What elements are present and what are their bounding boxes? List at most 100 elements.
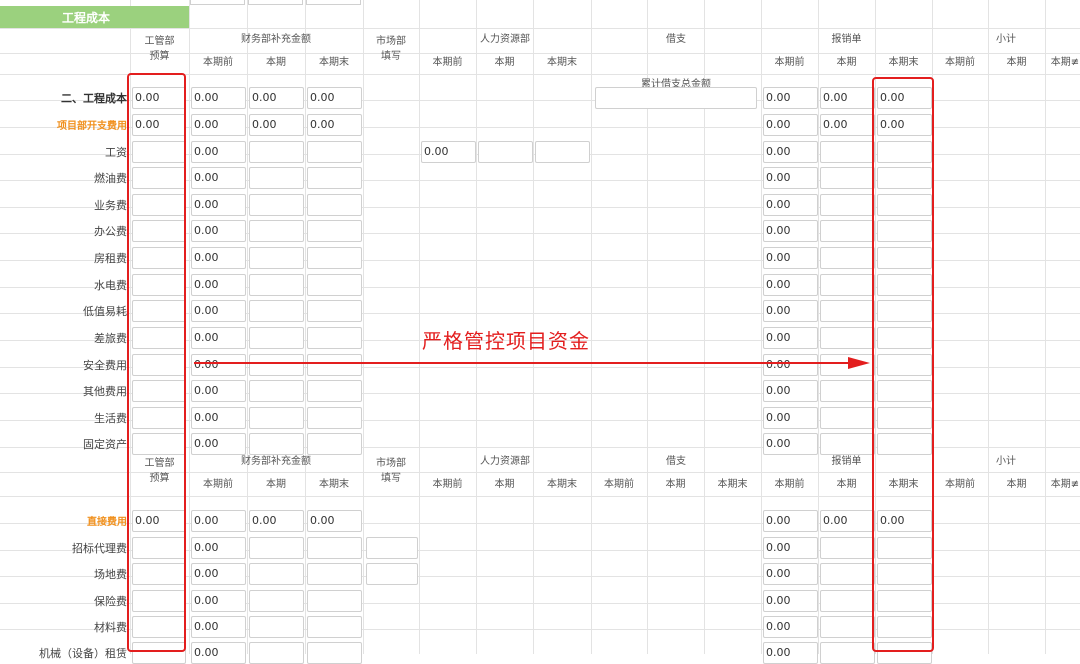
finance-supplement-input[interactable]: 0.00 xyxy=(191,616,246,638)
reimburse-input[interactable]: 0.00 xyxy=(763,274,818,296)
finance-supplement-input[interactable]: 0.00 xyxy=(191,167,246,189)
reimburse-input[interactable]: 0.00 xyxy=(763,87,818,109)
reimburse-input[interactable]: 0.00 xyxy=(763,563,818,585)
finance-supplement-input[interactable] xyxy=(249,590,304,612)
finance-supplement-input[interactable] xyxy=(307,380,362,402)
reimburse-input[interactable] xyxy=(820,433,875,455)
finance-supplement-input[interactable] xyxy=(307,407,362,429)
finance-supplement-input[interactable]: 0.00 xyxy=(191,114,246,136)
reimburse-input[interactable]: 0.00 xyxy=(820,114,875,136)
reimburse-input[interactable] xyxy=(820,537,875,559)
reimburse-input[interactable]: 0.00 xyxy=(763,590,818,612)
reimburse-input[interactable]: 0.00 xyxy=(763,114,818,136)
reimburse-input[interactable] xyxy=(820,642,875,664)
partial-input-top[interactable] xyxy=(248,0,303,5)
reimburse-input[interactable]: 0.00 xyxy=(763,194,818,216)
reimburse-input[interactable]: 0.00 xyxy=(763,380,818,402)
finance-supplement-input[interactable] xyxy=(249,194,304,216)
finance-supplement-input[interactable] xyxy=(307,247,362,269)
finance-supplement-input[interactable] xyxy=(249,327,304,349)
reimburse-input[interactable] xyxy=(820,220,875,242)
reimburse-input[interactable] xyxy=(820,141,875,163)
finance-supplement-input[interactable]: 0.00 xyxy=(249,87,304,109)
reimburse-input[interactable]: 0.00 xyxy=(763,167,818,189)
reimburse-input[interactable]: 0.00 xyxy=(763,510,818,532)
finance-supplement-input[interactable] xyxy=(249,141,304,163)
finance-supplement-input[interactable] xyxy=(307,141,362,163)
reimburse-input[interactable] xyxy=(820,274,875,296)
finance-supplement-input[interactable]: 0.00 xyxy=(191,380,246,402)
finance-supplement-input[interactable]: 0.00 xyxy=(191,510,246,532)
reimburse-input[interactable] xyxy=(820,327,875,349)
finance-supplement-input[interactable]: 0.00 xyxy=(191,300,246,322)
finance-supplement-input[interactable] xyxy=(249,300,304,322)
reimburse-input[interactable]: 0.00 xyxy=(763,642,818,664)
finance-supplement-input[interactable] xyxy=(307,274,362,296)
finance-supplement-input[interactable] xyxy=(307,327,362,349)
finance-supplement-input[interactable] xyxy=(307,537,362,559)
finance-supplement-input[interactable]: 0.00 xyxy=(191,407,246,429)
loan-total-input[interactable] xyxy=(595,87,757,109)
reimburse-input[interactable]: 0.00 xyxy=(763,300,818,322)
reimburse-input[interactable] xyxy=(820,300,875,322)
finance-supplement-input[interactable] xyxy=(249,167,304,189)
reimburse-input[interactable]: 0.00 xyxy=(763,616,818,638)
reimburse-input[interactable] xyxy=(820,167,875,189)
finance-supplement-input[interactable]: 0.00 xyxy=(191,194,246,216)
finance-supplement-input[interactable]: 0.00 xyxy=(191,590,246,612)
finance-supplement-input[interactable]: 0.00 xyxy=(191,247,246,269)
finance-supplement-input[interactable]: 0.00 xyxy=(191,433,246,455)
finance-supplement-input[interactable]: 0.00 xyxy=(191,220,246,242)
market-input[interactable] xyxy=(366,537,418,559)
reimburse-input[interactable]: 0.00 xyxy=(820,87,875,109)
partial-input-top[interactable] xyxy=(306,0,361,5)
finance-supplement-input[interactable] xyxy=(249,642,304,664)
finance-supplement-input[interactable] xyxy=(307,563,362,585)
finance-supplement-input[interactable] xyxy=(307,433,362,455)
reimburse-input[interactable] xyxy=(820,590,875,612)
market-input[interactable] xyxy=(366,563,418,585)
finance-supplement-input[interactable]: 0.00 xyxy=(249,510,304,532)
finance-supplement-input[interactable]: 0.00 xyxy=(191,274,246,296)
finance-supplement-input[interactable] xyxy=(307,616,362,638)
reimburse-input[interactable]: 0.00 xyxy=(763,407,818,429)
partial-input-top[interactable] xyxy=(190,0,245,5)
finance-supplement-input[interactable]: 0.00 xyxy=(307,114,362,136)
hr-input[interactable] xyxy=(478,141,533,163)
finance-supplement-input[interactable] xyxy=(307,194,362,216)
reimburse-input[interactable]: 0.00 xyxy=(763,354,818,376)
reimburse-input[interactable]: 0.00 xyxy=(763,433,818,455)
finance-supplement-input[interactable] xyxy=(249,247,304,269)
finance-supplement-input[interactable] xyxy=(307,220,362,242)
reimburse-input[interactable] xyxy=(820,616,875,638)
finance-supplement-input[interactable]: 0.00 xyxy=(191,354,246,376)
reimburse-input[interactable] xyxy=(820,247,875,269)
finance-supplement-input[interactable] xyxy=(249,274,304,296)
finance-supplement-input[interactable]: 0.00 xyxy=(191,141,246,163)
finance-supplement-input[interactable] xyxy=(249,433,304,455)
reimburse-input[interactable]: 0.00 xyxy=(820,510,875,532)
finance-supplement-input[interactable] xyxy=(249,616,304,638)
finance-supplement-input[interactable]: 0.00 xyxy=(191,642,246,664)
reimburse-input[interactable] xyxy=(820,380,875,402)
finance-supplement-input[interactable] xyxy=(249,220,304,242)
finance-supplement-input[interactable]: 0.00 xyxy=(191,87,246,109)
finance-supplement-input[interactable] xyxy=(307,300,362,322)
finance-supplement-input[interactable] xyxy=(249,537,304,559)
finance-supplement-input[interactable]: 0.00 xyxy=(307,510,362,532)
finance-supplement-input[interactable] xyxy=(249,380,304,402)
finance-supplement-input[interactable] xyxy=(249,563,304,585)
finance-supplement-input[interactable] xyxy=(249,354,304,376)
finance-supplement-input[interactable] xyxy=(307,642,362,664)
reimburse-input[interactable] xyxy=(820,407,875,429)
finance-supplement-input[interactable]: 0.00 xyxy=(191,563,246,585)
finance-supplement-input[interactable] xyxy=(307,590,362,612)
reimburse-input[interactable]: 0.00 xyxy=(763,220,818,242)
finance-supplement-input[interactable]: 0.00 xyxy=(191,537,246,559)
reimburse-input[interactable] xyxy=(820,194,875,216)
finance-supplement-input[interactable] xyxy=(307,354,362,376)
finance-supplement-input[interactable] xyxy=(307,167,362,189)
finance-supplement-input[interactable]: 0.00 xyxy=(249,114,304,136)
hr-input[interactable]: 0.00 xyxy=(421,141,476,163)
reimburse-input[interactable]: 0.00 xyxy=(763,537,818,559)
